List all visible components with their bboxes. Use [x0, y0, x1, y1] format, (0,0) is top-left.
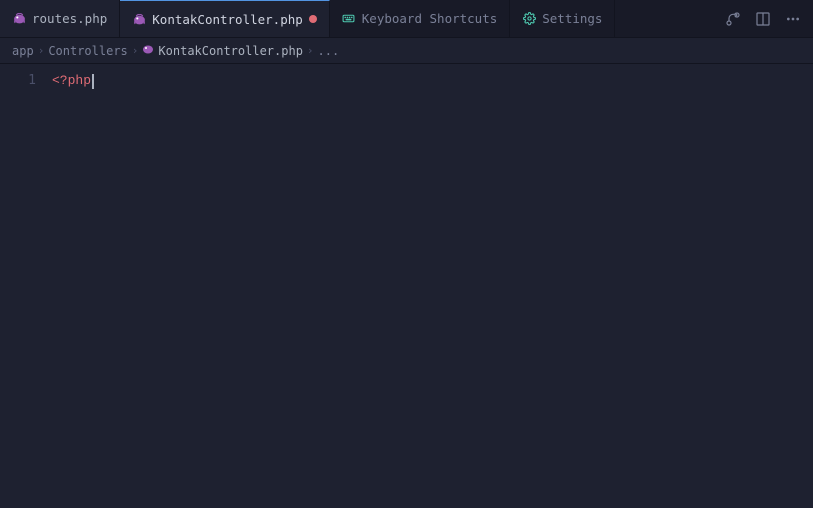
tab-kontak[interactable]: KontakController.php: [120, 0, 330, 37]
breadcrumb-file[interactable]: KontakController.php: [142, 43, 303, 58]
tab-keyboard-label: Keyboard Shortcuts: [362, 11, 497, 26]
source-control-button[interactable]: [721, 7, 745, 31]
tab-routes-label: routes.php: [32, 11, 107, 26]
tab-kontak-label: KontakController.php: [152, 12, 303, 27]
php-elephant-icon: [12, 12, 26, 26]
modified-dot: [309, 15, 317, 23]
breadcrumb-sep-3: ›: [307, 44, 314, 57]
php-tag: <?php: [52, 70, 91, 92]
split-editor-button[interactable]: [751, 7, 775, 31]
breadcrumb-app[interactable]: app: [12, 44, 34, 58]
keyboard-icon: [342, 12, 356, 26]
tab-settings-label: Settings: [542, 11, 602, 26]
breadcrumb-file-label: KontakController.php: [158, 44, 303, 58]
breadcrumb-controllers-label: Controllers: [48, 44, 127, 58]
breadcrumb-controllers[interactable]: Controllers: [48, 44, 127, 58]
line-number-1: 1: [0, 70, 36, 92]
breadcrumb-more[interactable]: ...: [318, 44, 340, 58]
editor-area[interactable]: 1 <?php: [0, 64, 813, 508]
breadcrumb-sep-2: ›: [132, 44, 139, 57]
tab-routes[interactable]: routes.php: [0, 0, 120, 37]
php-elephant-icon-2: [132, 12, 146, 26]
breadcrumb-app-label: app: [12, 44, 34, 58]
code-area[interactable]: <?php: [48, 64, 813, 508]
breadcrumb: app › Controllers › KontakController.php…: [0, 38, 813, 64]
breadcrumb-more-label: ...: [318, 44, 340, 58]
tab-keyboard[interactable]: Keyboard Shortcuts: [330, 0, 510, 37]
tab-spacer: [615, 0, 721, 37]
tab-bar-actions: [721, 7, 813, 31]
tab-settings[interactable]: Settings: [510, 0, 615, 37]
breadcrumb-elephant-icon: [142, 43, 154, 58]
tab-bar: routes.php KontakController.php: [0, 0, 813, 38]
line-numbers: 1: [0, 64, 48, 508]
code-line-1: <?php: [52, 70, 813, 92]
breadcrumb-sep-1: ›: [38, 44, 45, 57]
more-actions-button[interactable]: [781, 7, 805, 31]
settings-icon: [522, 12, 536, 26]
text-cursor: [92, 74, 94, 89]
